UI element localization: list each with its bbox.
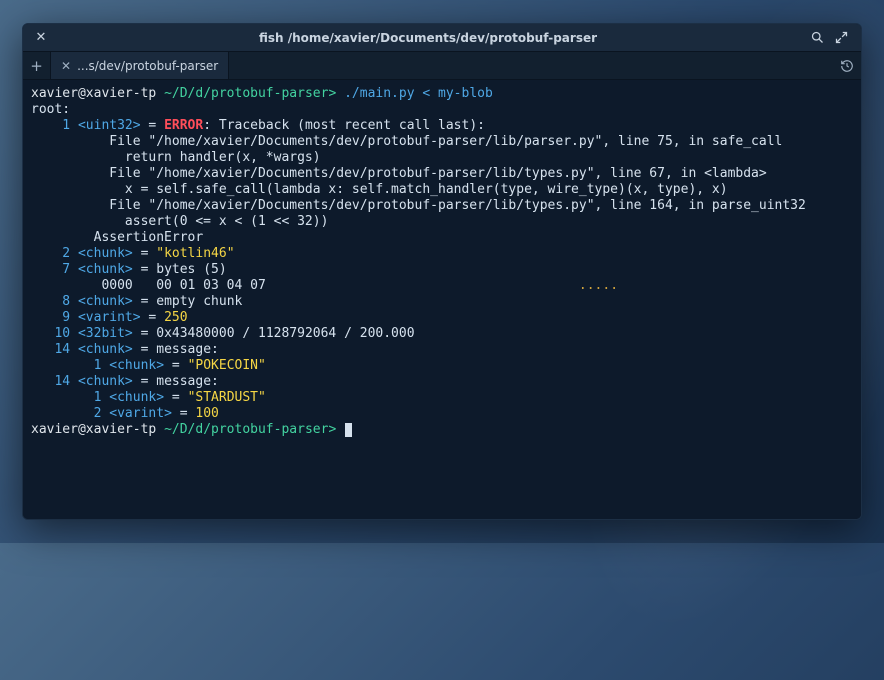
field-type: <chunk> xyxy=(78,246,133,261)
field-type: <32bit> xyxy=(78,326,133,341)
window-title: fish /home/xavier/Documents/dev/protobuf… xyxy=(51,31,805,45)
terminal-line: File "/home/xavier/Documents/dev/protobu… xyxy=(31,134,853,150)
field-number: 1 xyxy=(54,118,70,133)
prompt-symbol: > xyxy=(328,422,344,437)
terminal-line: x = self.safe_call(lambda x: self.match_… xyxy=(31,182,853,198)
terminal-window: ✕ fish /home/xavier/Documents/dev/protob… xyxy=(22,23,862,520)
terminal-line: xavier@xavier-tp ~/D/d/protobuf-parser> xyxy=(31,422,853,438)
prompt-path: ~/D/d/protobuf-parser xyxy=(164,422,328,437)
tab-label: ...s/dev/protobuf-parser xyxy=(77,59,218,73)
field-type: <chunk> xyxy=(78,342,133,357)
tab-active[interactable]: ✕ ...s/dev/protobuf-parser xyxy=(51,52,229,79)
field-value: 250 xyxy=(164,310,187,325)
close-icon[interactable]: ✕ xyxy=(31,30,51,45)
field-type: <chunk> xyxy=(78,262,133,277)
cursor xyxy=(345,423,352,437)
new-tab-button[interactable]: + xyxy=(23,52,51,79)
field-value: message: xyxy=(156,374,219,389)
terminal-line: 1 <chunk> = "POKECOIN" xyxy=(31,358,853,374)
traceback-line: File "/home/xavier/Documents/dev/protobu… xyxy=(31,166,767,181)
terminal-line: 9 <varint> = 250 xyxy=(31,310,853,326)
equals: = xyxy=(172,390,180,405)
field-number: 2 xyxy=(86,406,102,421)
equals: = xyxy=(180,406,188,421)
titlebar: ✕ fish /home/xavier/Documents/dev/protob… xyxy=(23,24,861,52)
field-value: message: xyxy=(156,342,219,357)
terminal-line: xavier@xavier-tp ~/D/d/protobuf-parser> … xyxy=(31,86,853,102)
terminal-line: 2 <varint> = 100 xyxy=(31,406,853,422)
traceback-line: x = self.safe_call(lambda x: self.match_… xyxy=(31,182,728,197)
hex-ascii: ..... xyxy=(579,278,618,293)
field-number: 14 xyxy=(54,342,70,357)
field-value: 100 xyxy=(195,406,218,421)
output-root: root: xyxy=(31,102,70,117)
terminal-line: 8 <chunk> = empty chunk xyxy=(31,294,853,310)
terminal-line: File "/home/xavier/Documents/dev/protobu… xyxy=(31,166,853,182)
terminal-line: 1 <uint32> = ERROR: Traceback (most rece… xyxy=(31,118,853,134)
field-value: "POKECOIN" xyxy=(188,358,266,373)
field-value: 0x43480000 / 1128792064 / 200.000 xyxy=(156,326,414,341)
field-type: <varint> xyxy=(109,406,172,421)
prompt-user-host: xavier@xavier-tp xyxy=(31,422,164,437)
terminal-line: return handler(x, *wargs) xyxy=(31,150,853,166)
command-text: ./main.py < my-blob xyxy=(344,86,493,101)
field-number: 8 xyxy=(54,294,70,309)
terminal-line: 10 <32bit> = 0x43480000 / 1128792064 / 2… xyxy=(31,326,853,342)
field-number: 9 xyxy=(54,310,70,325)
search-icon[interactable] xyxy=(805,30,829,45)
terminal-line: 14 <chunk> = message: xyxy=(31,342,853,358)
prompt-symbol: > xyxy=(328,86,344,101)
terminal-line: 1 <chunk> = "STARDUST" xyxy=(31,390,853,406)
history-icon[interactable] xyxy=(833,52,861,79)
terminal-content[interactable]: xavier@xavier-tp ~/D/d/protobuf-parser> … xyxy=(23,80,861,519)
traceback-line: AssertionError xyxy=(31,230,203,245)
terminal-line: 14 <chunk> = message: xyxy=(31,374,853,390)
field-value: "kotlin46" xyxy=(156,246,234,261)
field-type: <chunk> xyxy=(78,294,133,309)
terminal-line: 7 <chunk> = bytes (5) xyxy=(31,262,853,278)
field-number: 7 xyxy=(54,262,70,277)
terminal-line: File "/home/xavier/Documents/dev/protobu… xyxy=(31,198,853,214)
terminal-line: root: xyxy=(31,102,853,118)
hex-dump: 0000 00 01 03 04 07 xyxy=(31,278,266,293)
error-intro: : Traceback (most recent call last): xyxy=(203,118,485,133)
field-value: bytes (5) xyxy=(156,262,226,277)
field-type: <chunk> xyxy=(78,374,133,389)
traceback-line: assert(0 <= x < (1 << 32)) xyxy=(31,214,328,229)
traceback-line: File "/home/xavier/Documents/dev/protobu… xyxy=(31,198,806,213)
field-type: <uint32> xyxy=(78,118,141,133)
field-type: <chunk> xyxy=(109,358,164,373)
traceback-line: File "/home/xavier/Documents/dev/protobu… xyxy=(31,134,782,149)
terminal-line: 0000 00 01 03 04 07 ..... xyxy=(31,278,853,294)
field-number: 1 xyxy=(86,358,102,373)
prompt-user-host: xavier@xavier-tp xyxy=(31,86,164,101)
equals: = xyxy=(172,358,180,373)
tab-spacer xyxy=(229,52,833,79)
field-type: <chunk> xyxy=(109,390,164,405)
terminal-line: 2 <chunk> = "kotlin46" xyxy=(31,246,853,262)
field-number: 10 xyxy=(54,326,70,341)
terminal-line: assert(0 <= x < (1 << 32)) xyxy=(31,214,853,230)
field-value: "STARDUST" xyxy=(188,390,266,405)
field-number: 2 xyxy=(54,246,70,261)
terminal-line: AssertionError xyxy=(31,230,853,246)
error-label: ERROR xyxy=(164,118,203,133)
field-number: 1 xyxy=(86,390,102,405)
field-number: 14 xyxy=(54,374,70,389)
tab-close-icon[interactable]: ✕ xyxy=(61,59,71,73)
field-value: empty chunk xyxy=(156,294,242,309)
field-type: <varint> xyxy=(78,310,141,325)
tab-bar: + ✕ ...s/dev/protobuf-parser xyxy=(23,52,861,80)
prompt-path: ~/D/d/protobuf-parser xyxy=(164,86,328,101)
maximize-icon[interactable] xyxy=(829,30,853,45)
traceback-line: return handler(x, *wargs) xyxy=(31,150,321,165)
